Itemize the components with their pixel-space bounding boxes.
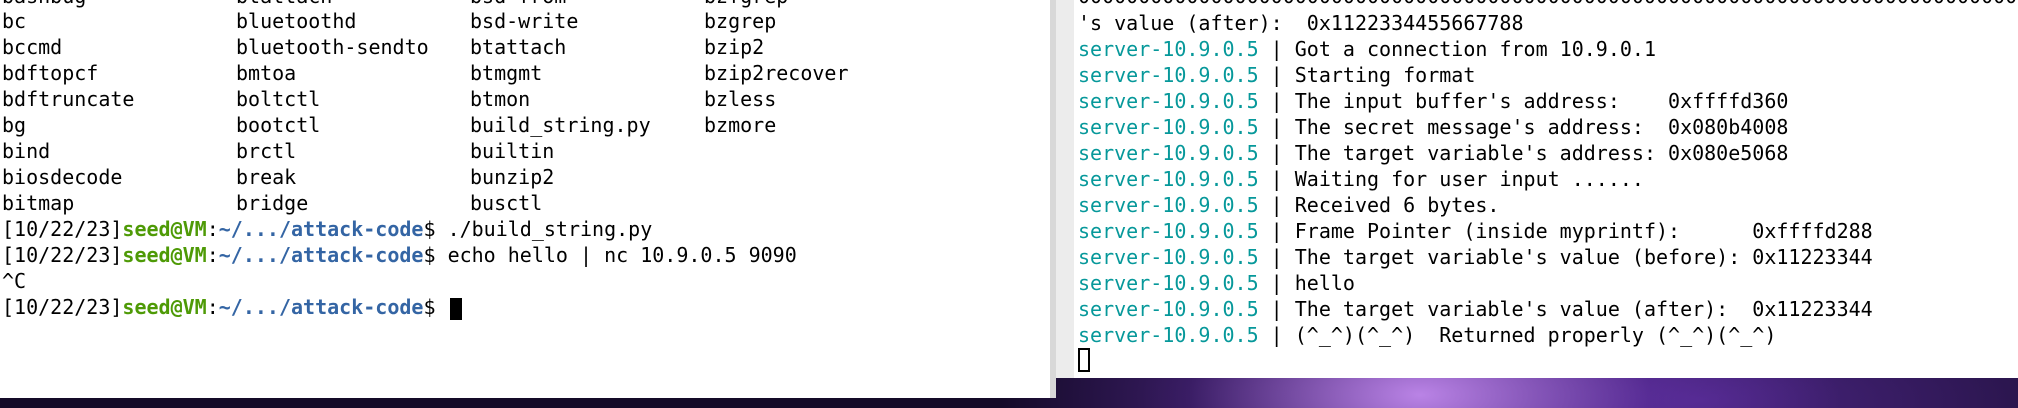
text-cursor (1078, 348, 1090, 372)
completion-item: btattach (470, 35, 567, 59)
server-prefix: server-10.9.0.5 (1078, 297, 1259, 321)
cut-off-line: 0000000000000000000000000000000000000000… (1078, 0, 2018, 10)
log-line: server-10.9.0.5 | Starting format (1078, 62, 1475, 88)
completion-item: btmon (470, 87, 531, 111)
completion-item: bmtoa (236, 61, 297, 85)
completion-item: bccmd (2, 35, 63, 59)
pipe-separator: | (1258, 193, 1295, 217)
command-text: ./build_string.py (447, 217, 653, 241)
server-prefix: server-10.9.0.5 (1078, 219, 1259, 243)
completion-item: bdftopcf (2, 61, 99, 85)
interrupt-text: ^C (2, 269, 27, 293)
server-prefix: server-10.9.0.5 (1078, 323, 1259, 347)
completion-item: bzgrep (704, 9, 777, 33)
log-message: (^_^)(^_^) Returned properly (^_^)(^_^) (1294, 323, 1777, 347)
log-line: server-10.9.0.5 | Waiting for user input… (1078, 166, 1644, 192)
log-message: The target variable's value (after): 0x1… (1294, 297, 1873, 321)
completion-item: bind (2, 139, 51, 163)
completion-item: bzfgrep (704, 0, 788, 8)
server-prefix: server-10.9.0.5 (1078, 271, 1259, 295)
server-prefix: server-10.9.0.5 (1078, 89, 1259, 113)
log-message: The secret message's address: 0x080b4008 (1294, 115, 1789, 139)
log-message: Waiting for user input ...... (1294, 167, 1644, 191)
log-message: hello (1294, 271, 1355, 295)
log-line: server-10.9.0.5 | The target variable's … (1078, 296, 1873, 322)
completion-item: btmgmt (470, 61, 543, 85)
log-line: server-10.9.0.5 | The input buffer's add… (1078, 88, 1788, 114)
log-line: server-10.9.0.5 | hello (1078, 270, 1355, 296)
completion-item: bzip2recover (704, 61, 849, 85)
server-prefix: server-10.9.0.5 (1078, 245, 1259, 269)
prompt-line: [10/22/23]seed@VM:~/.../attack-code$ ./b… (2, 217, 653, 241)
completion-item: break (236, 165, 297, 189)
completion-item: busctl (470, 191, 543, 215)
terminal-left[interactable]: bashbug btattach bsd-from bzfgrep bc blue… (0, 0, 1050, 398)
server-prefix: server-10.9.0.5 (1078, 167, 1259, 191)
pipe-separator: | (1258, 167, 1295, 191)
log-line: server-10.9.0.5 | The target variable's … (1078, 140, 1788, 166)
completion-item: bzmore (704, 113, 777, 137)
completion-item: bitmap (2, 191, 75, 215)
pipe-separator: | (1258, 63, 1295, 87)
log-line: server-10.9.0.5 | The secret message's a… (1078, 114, 1788, 140)
log-message: Received 6 bytes. (1294, 193, 1500, 217)
completion-item: bc (2, 9, 27, 33)
log-message: Got a connection from 10.9.0.1 (1294, 37, 1656, 61)
server-prefix: server-10.9.0.5 (1078, 63, 1259, 87)
completion-item: bootctl (236, 113, 321, 137)
pipe-separator: | (1258, 297, 1295, 321)
prompt-line: [10/22/23]seed@VM:~/.../attack-code$ ech… (2, 243, 797, 267)
pipe-separator: | (1258, 89, 1295, 113)
completion-item: biosdecode (2, 165, 123, 189)
terminal-right[interactable]: 0000000000000000000000000000000000000000… (1056, 0, 2018, 378)
log-message: Starting format (1294, 63, 1476, 87)
completion-item: boltctl (236, 87, 321, 111)
text-cursor (449, 297, 462, 320)
completion-item: btattach (236, 0, 332, 8)
log-message: Frame Pointer (inside myprintf): 0xffffd… (1294, 219, 1873, 243)
completion-item: bunzip2 (470, 165, 555, 189)
completion-item: bluetoothd (236, 9, 357, 33)
server-prefix: server-10.9.0.5 (1078, 141, 1259, 165)
server-prefix: server-10.9.0.5 (1078, 193, 1259, 217)
completion-item: bdftruncate (2, 87, 135, 111)
log-line: server-10.9.0.5 | Received 6 bytes. (1078, 192, 1499, 218)
completion-item: builtin (470, 139, 555, 163)
log-message: The target variable's value (before): 0x… (1294, 245, 1873, 269)
pipe-separator: | (1258, 141, 1295, 165)
completion-item: bashbug (2, 0, 86, 8)
log-line: server-10.9.0.5 | (^_^)(^_^) Returned pr… (1078, 322, 1776, 348)
completion-item: bsd-write (470, 9, 579, 33)
pipe-separator: | (1258, 323, 1295, 347)
completion-item: brctl (236, 139, 297, 163)
command-text: echo hello | nc 10.9.0.5 9090 (447, 243, 797, 267)
completion-item: build_string.py (470, 113, 651, 137)
completion-item: bzless (704, 87, 777, 111)
completion-item: bsd-from (470, 0, 566, 8)
pipe-separator: | (1258, 115, 1295, 139)
log-line: server-10.9.0.5 | Frame Pointer (inside … (1078, 218, 1873, 244)
completion-item: bzip2 (704, 35, 765, 59)
value-line: 's value (after): 0x1122334455667788 (1078, 11, 1524, 35)
log-message: The input buffer's address: 0xffffd360 (1294, 89, 1789, 113)
server-prefix: server-10.9.0.5 (1078, 37, 1259, 61)
completion-item: bridge (236, 191, 309, 215)
completion-item: bluetooth-sendto (236, 35, 429, 59)
log-line: server-10.9.0.5 | The target variable's … (1078, 244, 1873, 270)
server-prefix: server-10.9.0.5 (1078, 115, 1259, 139)
log-message: The target variable's address: 0x080e506… (1294, 141, 1789, 165)
pipe-separator: | (1258, 271, 1295, 295)
active-prompt-line[interactable]: [10/22/23]seed@VM:~/.../attack-code$ (2, 294, 462, 320)
completion-item: bg (2, 113, 27, 137)
pipe-separator: | (1258, 37, 1295, 61)
pipe-separator: | (1258, 219, 1295, 243)
pipe-separator: | (1258, 245, 1295, 269)
log-line: server-10.9.0.5 | Got a connection from … (1078, 36, 1656, 62)
